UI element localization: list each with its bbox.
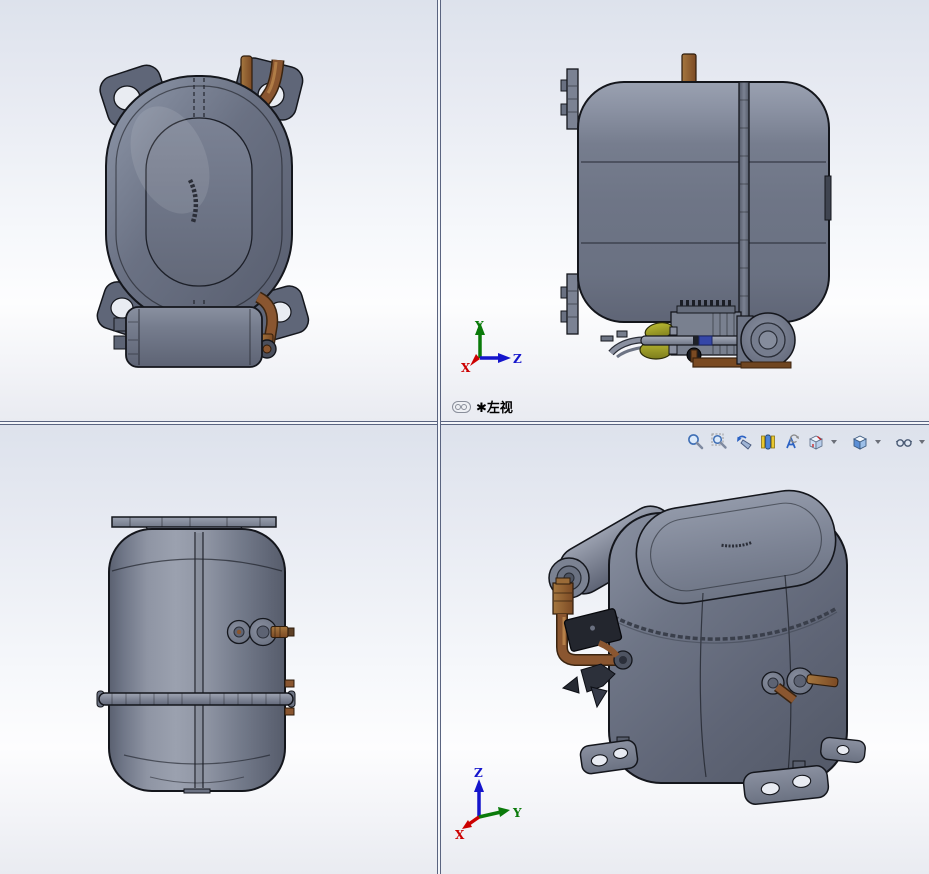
copper-tab-lower bbox=[284, 707, 295, 716]
weld-band bbox=[96, 690, 296, 708]
shell-right-tab bbox=[824, 175, 832, 221]
copper-discharge-stub bbox=[681, 53, 697, 85]
compressor-shell-side[interactable] bbox=[577, 81, 830, 323]
view-orientation-label[interactable]: ✱左视 bbox=[452, 397, 513, 416]
display-style-dropdown[interactable] bbox=[873, 431, 883, 452]
left-view-model[interactable]: Y Z X bbox=[441, 0, 929, 421]
isometric-view-model[interactable]: Z Y X bbox=[441, 425, 929, 874]
viewport-splitter-horizontal[interactable] bbox=[0, 421, 929, 425]
z-axis-label: Z bbox=[513, 352, 522, 366]
front-view-model[interactable] bbox=[0, 425, 437, 874]
view-name-text: ✱左视 bbox=[476, 401, 513, 416]
shell-fitting-left bbox=[226, 619, 252, 645]
muffler-cylinder[interactable] bbox=[113, 306, 263, 368]
bottom-tab bbox=[183, 788, 211, 794]
viewport-front-view[interactable] bbox=[0, 425, 437, 874]
y-axis-arrow bbox=[498, 807, 510, 817]
copper-tab-upper bbox=[284, 679, 295, 688]
dropdown-arrow-icon bbox=[831, 439, 837, 444]
viewport-isometric-view[interactable]: Z Y X bbox=[441, 425, 929, 874]
shell-fitting-right-with-copper-stub bbox=[248, 617, 295, 647]
toolbar-gap bbox=[886, 441, 890, 442]
view-orientation-dropdown[interactable] bbox=[829, 431, 839, 452]
linked-view-icon bbox=[452, 400, 471, 413]
link-ring bbox=[461, 403, 467, 410]
blue-band bbox=[698, 335, 713, 346]
dropdown-arrow-icon bbox=[875, 439, 881, 444]
display-style-icon[interactable] bbox=[849, 431, 870, 452]
mounting-foot-back-right bbox=[820, 736, 866, 764]
previous-view-icon[interactable] bbox=[733, 431, 754, 452]
zoom-to-fit-icon[interactable] bbox=[685, 431, 706, 452]
y-axis-label: Y bbox=[512, 806, 522, 820]
z-axis-arrow bbox=[474, 779, 484, 792]
viewport-left-view[interactable]: Y Z X ✱左视 bbox=[441, 0, 929, 421]
hide-show-items-dropdown[interactable] bbox=[917, 431, 927, 452]
y-axis-label: Y bbox=[474, 319, 484, 333]
x-axis-label: X bbox=[455, 828, 465, 842]
mounting-bracket-upper bbox=[560, 68, 579, 130]
annotation-views-icon[interactable] bbox=[781, 431, 802, 452]
heads-up-view-toolbar bbox=[685, 431, 927, 452]
viewport-top-view[interactable] bbox=[0, 0, 437, 421]
viewport-splitter-vertical[interactable] bbox=[437, 0, 441, 874]
section-view-icon[interactable] bbox=[757, 431, 778, 452]
orientation-triad: Z Y X bbox=[455, 766, 522, 842]
view-orientation-icon[interactable] bbox=[805, 431, 826, 452]
fan-blade-shapes bbox=[561, 663, 616, 709]
z-axis-label: Z bbox=[474, 766, 483, 780]
orientation-triad: Y Z X bbox=[461, 319, 522, 375]
hide-show-items-icon[interactable] bbox=[893, 431, 914, 452]
dropdown-arrow-icon bbox=[919, 439, 925, 444]
mounting-bracket-lower bbox=[560, 273, 579, 335]
x-axis-label: X bbox=[461, 361, 471, 375]
solidworks-four-viewport-area: Y Z X ✱左视 Z Y X bbox=[0, 0, 929, 874]
zoom-to-area-icon[interactable] bbox=[709, 431, 730, 452]
top-view-model[interactable] bbox=[0, 0, 437, 421]
toolbar-gap bbox=[842, 441, 846, 442]
z-axis-arrow bbox=[498, 353, 511, 363]
seam-shade bbox=[196, 533, 203, 787]
